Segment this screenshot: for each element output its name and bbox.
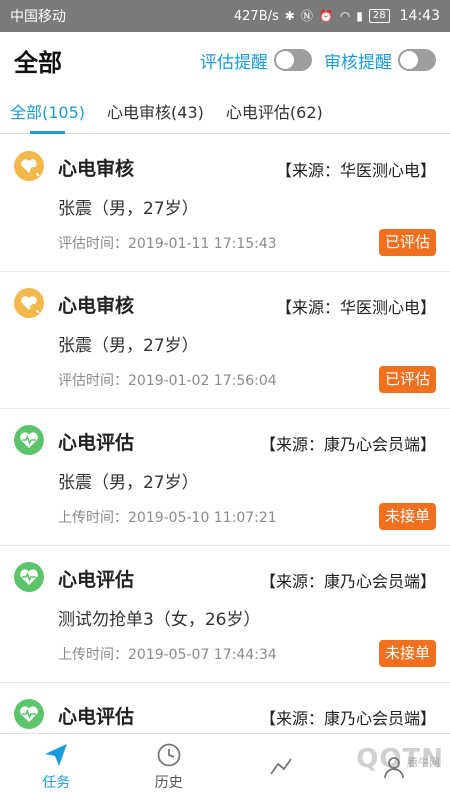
assess-reminder-group: 评估提醒 <box>200 48 312 73</box>
clock-time: 14:43 <box>399 8 440 24</box>
watermark: QQTN <box>356 744 444 774</box>
status-badge: 未接单 <box>378 503 436 530</box>
header: 全部 评估提醒 审核提醒 <box>0 32 450 88</box>
status-badge: 已评估 <box>378 229 436 256</box>
patient-info: 张震（男，27岁） <box>58 336 199 356</box>
nav-label: 任务 <box>42 775 71 791</box>
nav-history[interactable]: 历史 <box>113 734 226 800</box>
card-source: 【来源：华医测心电】 <box>275 298 436 317</box>
card-time: 上传时间：2019-05-10 11:07:21 <box>58 510 277 526</box>
patient-info: 张震（男，27岁） <box>58 473 199 493</box>
audit-reminder-label: 审核提醒 <box>324 52 392 73</box>
wifi-icon: ◠ <box>339 9 351 23</box>
card-type: 心电审核 <box>58 158 135 180</box>
send-icon <box>45 744 68 766</box>
card-time: 评估时间：2019-01-02 17:56:04 <box>58 373 277 389</box>
patient-info: 张震（男，27岁） <box>58 199 199 219</box>
card-type: 心电评估 <box>58 706 135 728</box>
list-item[interactable]: 心电评估 【来源：康乃心会员端】 <box>0 683 450 733</box>
card-time: 上传时间：2019-05-07 17:44:34 <box>58 647 277 663</box>
nfc-icon: Ⓝ <box>300 9 313 23</box>
status-bar: 中国移动 427B/s ✱ Ⓝ ⏰ ◠ ▮ 28 14:43 <box>0 0 450 32</box>
assess-reminder-label: 评估提醒 <box>200 52 268 73</box>
toggle-knob <box>400 51 418 69</box>
audit-reminder-toggle[interactable] <box>398 49 436 71</box>
nav-tasks[interactable]: 任务 <box>0 734 113 800</box>
list-item[interactable]: 心电评估 【来源：康乃心会员端】 张震（男，27岁） 上传时间：2019-05-… <box>0 409 450 546</box>
signal-icon: ▮ <box>356 9 363 23</box>
toggle-knob <box>276 51 294 69</box>
card-type: 心电评估 <box>58 432 135 454</box>
carrier-name: 中国移动 <box>10 9 66 25</box>
heart-search-icon <box>14 151 44 181</box>
card-source: 【来源：康乃心会员端】 <box>259 435 436 454</box>
card-source: 【来源：康乃心会员端】 <box>259 709 436 728</box>
clock-icon <box>157 743 181 767</box>
nav-label: 历史 <box>154 775 183 791</box>
heart-pulse-icon <box>14 425 44 455</box>
patient-info: 测试勿抢单3（女，26岁） <box>58 610 261 630</box>
status-badge: 未接单 <box>378 640 436 667</box>
page-title: 全部 <box>14 48 62 77</box>
card-source: 【来源：华医测心电】 <box>275 161 436 180</box>
card-type: 心电审核 <box>58 295 135 317</box>
card-time: 评估时间：2019-01-11 17:15:43 <box>58 236 277 252</box>
assess-reminder-toggle[interactable] <box>274 49 312 71</box>
status-icons: 427B/s ✱ Ⓝ ⏰ ◠ ▮ 28 14:43 <box>234 8 440 24</box>
tab-all[interactable]: 全部(105) <box>10 88 85 134</box>
audit-reminder-group: 审核提醒 <box>324 48 436 73</box>
filter-tabs: 全部(105) 心电审核(43) 心电评估(62) <box>0 88 450 134</box>
heart-pulse-icon <box>14 699 44 729</box>
list-item[interactable]: 心电审核 【来源：华医测心电】 张震（男，27岁） 评估时间：2019-01-0… <box>0 272 450 409</box>
bluetooth-icon: ✱ <box>284 9 295 23</box>
chart-icon <box>270 758 292 775</box>
list-item[interactable]: 心电审核 【来源：华医测心电】 张震（男，27岁） 评估时间：2019-01-1… <box>0 135 450 272</box>
tab-ecg-audit[interactable]: 心电审核(43) <box>107 88 204 134</box>
heart-search-icon <box>14 288 44 318</box>
task-list: 心电审核 【来源：华医测心电】 张震（男，27岁） 评估时间：2019-01-1… <box>0 135 450 733</box>
tab-ecg-assess[interactable]: 心电评估(62) <box>226 88 323 134</box>
heart-pulse-icon <box>14 562 44 592</box>
network-speed: 427B/s <box>233 8 279 24</box>
list-item[interactable]: 心电评估 【来源：康乃心会员端】 测试勿抢单3（女，26岁） 上传时间：2019… <box>0 546 450 683</box>
card-type: 心电评估 <box>58 569 135 591</box>
battery-icon: 28 <box>368 9 390 23</box>
status-badge: 已评估 <box>378 366 436 393</box>
card-source: 【来源：康乃心会员端】 <box>259 572 436 591</box>
alarm-icon: ⏰ <box>318 9 334 23</box>
nav-statistics[interactable] <box>225 734 338 800</box>
